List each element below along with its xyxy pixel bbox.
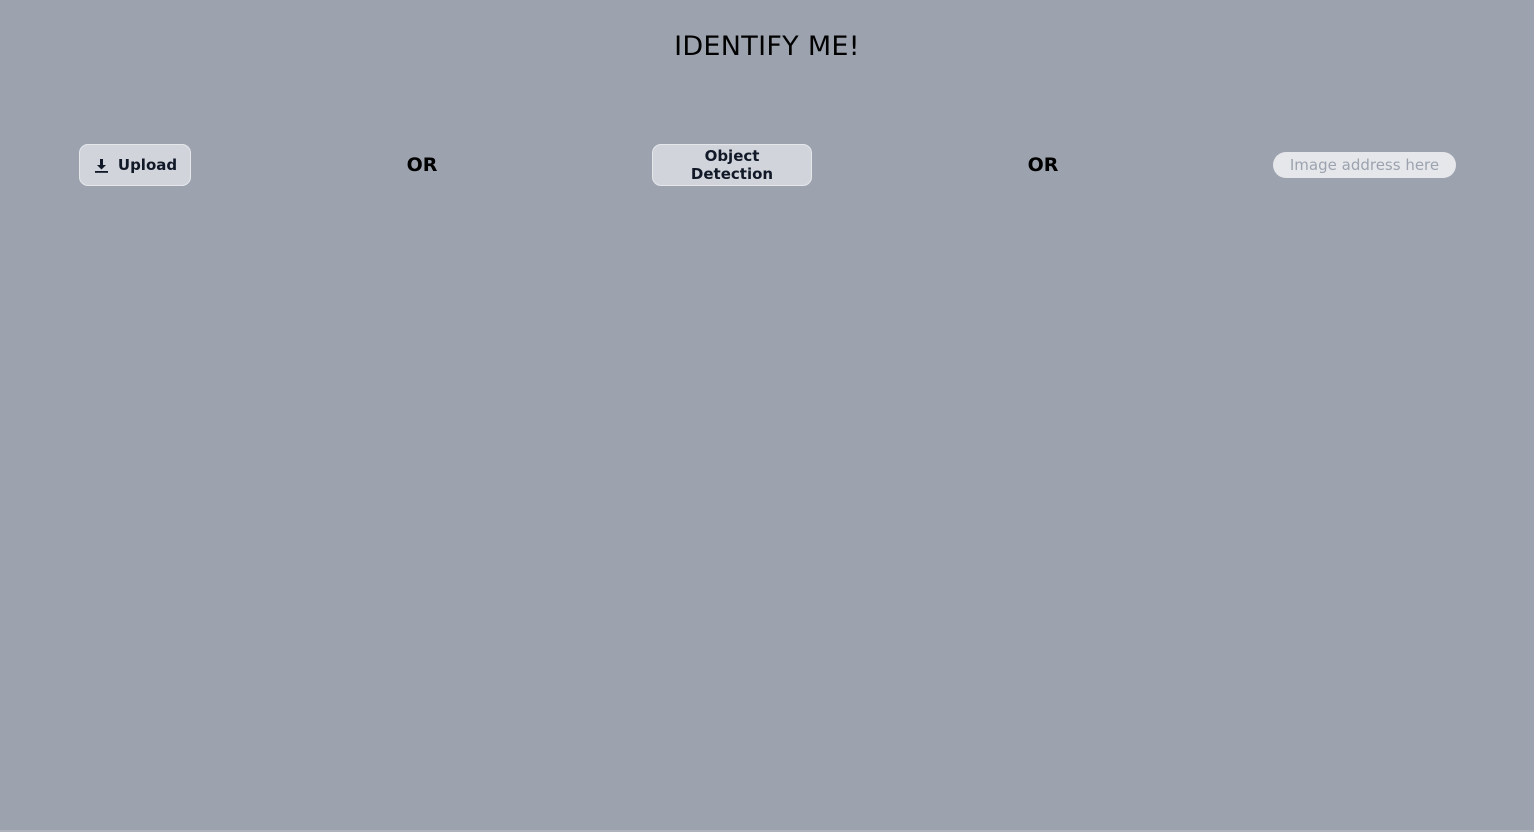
image-address-input[interactable]: [1273, 152, 1456, 178]
download-icon: [93, 157, 110, 174]
page: IDENTIFY ME! Upload OR Object Detection …: [0, 0, 1534, 832]
page-title: IDENTIFY ME!: [674, 31, 860, 62]
object-detection-label: Object Detection: [690, 147, 774, 183]
upload-label: Upload: [117, 156, 178, 174]
object-detection-button[interactable]: Object Detection: [652, 144, 812, 186]
controls-row: Upload OR Object Detection OR: [0, 144, 1534, 186]
or-separator: OR: [406, 154, 438, 176]
upload-button[interactable]: Upload: [79, 144, 191, 186]
or-separator: OR: [1027, 154, 1059, 176]
